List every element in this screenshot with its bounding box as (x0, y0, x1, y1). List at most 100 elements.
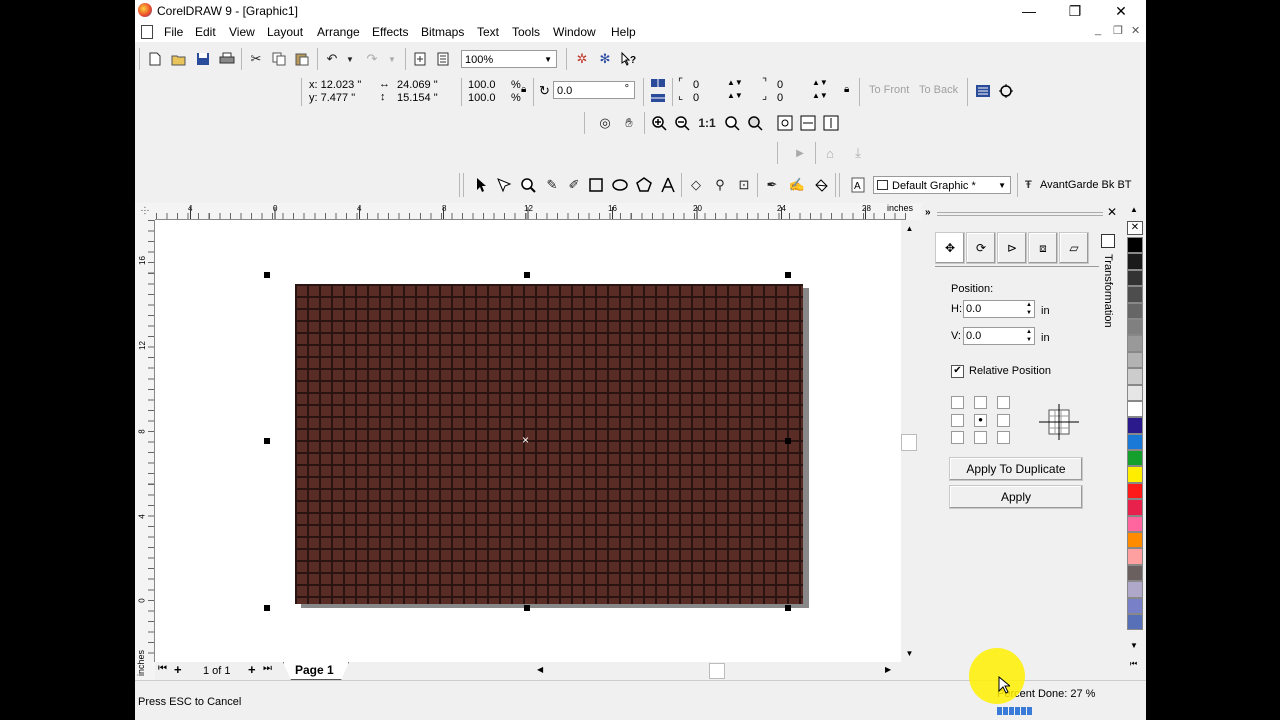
selection-handle-tr[interactable] (785, 272, 791, 278)
zoom-in-icon[interactable] (648, 112, 670, 134)
no-fill-swatch-icon[interactable]: ✕ (1127, 221, 1143, 235)
v-position-input[interactable]: 0.0 ▲ ▼ (963, 327, 1035, 345)
print-icon[interactable] (216, 48, 238, 70)
mdi-minimize-button[interactable]: _ (1095, 24, 1101, 36)
to-front-button[interactable]: To Front (869, 84, 909, 96)
text-tool-icon[interactable] (657, 174, 679, 196)
menu-layout[interactable]: Layout (267, 25, 303, 39)
color-swatch[interactable] (1127, 368, 1143, 385)
corner-round-tl-field[interactable]: 0 (693, 79, 699, 91)
scroll-right-icon[interactable]: ▶ (885, 665, 891, 674)
anchor-bottom-right[interactable] (997, 431, 1010, 444)
redo-dropdown-icon[interactable]: ▼ (381, 48, 403, 70)
scroll-thumb[interactable] (709, 663, 725, 679)
height-field[interactable]: 15.154 " (397, 92, 438, 104)
color-swatch[interactable] (1127, 482, 1143, 500)
docker-tab-transformation[interactable]: Transformation (1099, 230, 1119, 340)
hand-tool-icon[interactable]: ✋︎ (618, 112, 640, 134)
color-swatch[interactable] (1127, 253, 1143, 270)
fill-tool-icon[interactable] (810, 174, 832, 196)
interactive-blend-icon[interactable]: ⊡ (733, 174, 755, 196)
spin-icon[interactable]: ▲▼ (812, 78, 828, 87)
anchor-top-center[interactable] (974, 396, 987, 409)
menu-arrange[interactable]: Arrange (317, 25, 360, 39)
scroll-left-icon[interactable]: ◀ (537, 665, 543, 674)
corel-online-icon[interactable]: ✻ (594, 48, 616, 70)
color-swatch[interactable] (1127, 548, 1143, 565)
collapse-docker-button[interactable]: » (925, 207, 931, 218)
freehand-tool-icon[interactable]: ✎ (541, 174, 563, 196)
color-swatch[interactable] (1127, 532, 1143, 549)
color-swatch[interactable] (1127, 318, 1143, 336)
selection-handle-br[interactable] (785, 605, 791, 611)
width-field[interactable]: 24.069 " (397, 79, 438, 91)
menu-view[interactable]: View (229, 25, 255, 39)
graphic-style-combo[interactable]: Default Graphic * ▼ (873, 176, 1011, 194)
h-position-input[interactable]: 0.0 ▲ ▼ (963, 300, 1035, 318)
eyedropper-tool-icon[interactable]: ✒ (761, 174, 783, 196)
color-swatch[interactable] (1127, 302, 1143, 319)
menu-edit[interactable]: Edit (195, 25, 216, 39)
convert-to-curves-icon[interactable] (972, 80, 994, 102)
palette-scroll-up-icon[interactable]: ▲ (1130, 205, 1138, 214)
scroll-thumb[interactable] (901, 434, 917, 451)
page-tab-label[interactable]: Page 1 (295, 663, 334, 677)
color-swatch[interactable] (1127, 564, 1143, 582)
selection-handle-bottom[interactable] (524, 605, 530, 611)
spin-icon[interactable]: ▲▼ (727, 78, 743, 87)
skew-tab-icon[interactable]: ▱ (1059, 232, 1089, 264)
document-icon[interactable] (141, 25, 153, 39)
spin-icon[interactable]: ▲▼ (1026, 301, 1032, 317)
color-swatch[interactable] (1127, 597, 1143, 614)
target-icon[interactable] (995, 80, 1017, 102)
menu-window[interactable]: Window (553, 25, 596, 39)
anchor-top-right[interactable] (997, 396, 1010, 409)
scale-y-field[interactable]: 100.0 (468, 92, 496, 104)
color-swatch[interactable] (1127, 351, 1143, 369)
redo-icon[interactable]: ↷ (361, 48, 383, 70)
rotation-angle-field[interactable]: 0.0 ° (553, 81, 635, 99)
y-position-field[interactable]: y: 7.477 " (309, 92, 355, 104)
artistic-media-icon[interactable]: ✐ (563, 174, 585, 196)
anchor-bottom-center[interactable] (974, 431, 987, 444)
zoom-page-height-icon[interactable] (820, 112, 842, 134)
play-icon[interactable]: ▶ (789, 142, 811, 164)
color-swatch[interactable] (1127, 417, 1143, 434)
restore-button[interactable]: ❐ (1052, 0, 1098, 22)
menu-effects[interactable]: Effects (372, 25, 408, 39)
zoom-selected-icon[interactable] (721, 112, 743, 134)
last-page-icon[interactable]: ⏭︎ (263, 663, 272, 674)
interactive-transparency-icon[interactable]: ⚲ (709, 174, 731, 196)
to-back-button[interactable]: To Back (919, 84, 958, 96)
corner-round-tr-field[interactable]: 0 (777, 79, 783, 91)
color-swatch[interactable] (1127, 400, 1143, 418)
menu-file[interactable]: File (164, 25, 183, 39)
mirror-horizontal-icon[interactable] (647, 75, 669, 91)
scale-mirror-tab-icon[interactable]: ⊳ (997, 232, 1027, 264)
ruler-origin-icon[interactable]: ⸭ (135, 203, 155, 220)
x-position-field[interactable]: x: 12.023 " (309, 79, 361, 91)
polygon-tool-icon[interactable] (633, 174, 655, 196)
close-docker-button[interactable]: ✕ (1107, 205, 1117, 219)
lock-ratio-icon[interactable]: 🔒︎ (521, 84, 526, 95)
color-swatch[interactable] (1127, 515, 1143, 533)
anchor-center[interactable]: ● (974, 414, 987, 427)
spin-icon[interactable]: ▲▼ (812, 91, 828, 100)
color-swatch[interactable] (1127, 613, 1143, 631)
first-page-icon[interactable]: ⏮︎ (158, 663, 167, 674)
mirror-vertical-icon[interactable] (647, 90, 669, 106)
selection-handle-right[interactable] (785, 438, 791, 444)
corner-round-br-field[interactable]: 0 (777, 92, 783, 104)
menu-text[interactable]: Text (477, 25, 499, 39)
menu-bitmaps[interactable]: Bitmaps (421, 25, 464, 39)
whats-this-icon[interactable]: ? (617, 48, 639, 70)
lock-icon[interactable]: 🔒︎ (844, 84, 849, 95)
font-combo[interactable]: Ŧ AvantGarde Bk BT ▼ (1023, 176, 1146, 194)
center-marker-icon[interactable]: × (522, 433, 529, 447)
anchor-top-left[interactable] (951, 396, 964, 409)
color-swatch[interactable] (1127, 466, 1143, 483)
rotate-tab-icon[interactable]: ⟳ (966, 232, 996, 264)
color-swatch[interactable] (1127, 384, 1143, 401)
anchor-middle-right[interactable] (997, 414, 1010, 427)
color-swatch[interactable] (1127, 581, 1143, 598)
